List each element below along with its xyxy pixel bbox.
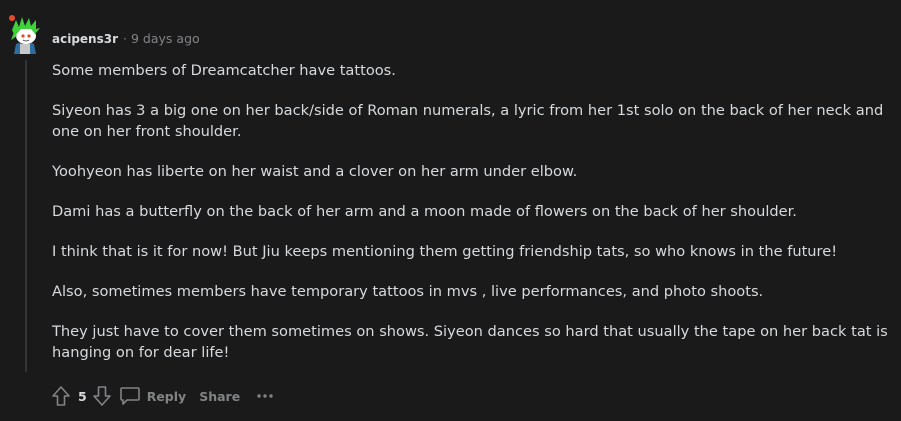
reply-button[interactable]: Reply: [119, 386, 186, 406]
more-options-button[interactable]: [256, 384, 274, 408]
comment-paragraph: I think that is it for now! But Jiu keep…: [52, 243, 838, 260]
comment-paragraph: Siyeon has 3 a big one on her back/side …: [52, 102, 884, 140]
comment-paragraph: They just have to cover them sometimes o…: [52, 323, 888, 361]
comment-header: acipens3r · 9 days ago: [52, 31, 200, 47]
thread-line[interactable]: [25, 60, 27, 372]
comment-paragraph: Some members of Dreamcatcher have tattoo…: [52, 62, 396, 79]
comment: acipens3r · 9 days ago Some members of Dre…: [0, 0, 901, 421]
speech-bubble-icon: [119, 387, 140, 405]
upvote-button[interactable]: [50, 384, 72, 408]
comment-paragraph: Also, sometimes members have temporary t…: [52, 283, 764, 300]
user-avatar[interactable]: [6, 14, 44, 54]
reply-label: Reply: [146, 388, 187, 404]
meta-separator: ·: [123, 31, 127, 46]
upvote-arrow-icon: [52, 386, 70, 406]
vote-score: 5: [78, 388, 87, 404]
comment-body: Some members of Dreamcatcher have tattoo…: [52, 60, 892, 382]
comment-paragraph: Yoohyeon has liberte on her waist and a …: [52, 163, 578, 180]
share-button[interactable]: Share: [199, 389, 240, 404]
downvote-button[interactable]: [91, 384, 113, 408]
timestamp[interactable]: 9 days ago: [131, 31, 200, 46]
downvote-arrow-icon: [92, 386, 111, 406]
username-link[interactable]: acipens3r: [52, 32, 118, 46]
ellipsis-icon: [257, 394, 273, 398]
comment-paragraph: Dami has a butterfly on the back of her …: [52, 203, 797, 220]
snoo-avatar-icon: [9, 15, 40, 54]
comment-actions: 5 Reply Share: [50, 382, 274, 410]
